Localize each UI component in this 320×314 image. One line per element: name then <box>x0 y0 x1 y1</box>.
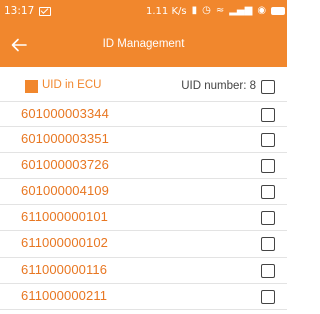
battery-percent: 93 <box>287 5 300 17</box>
uid-value: 611000000116 <box>21 261 108 277</box>
uid-value: 601000003726 <box>21 157 109 173</box>
battery-indicator: 93 <box>271 6 300 17</box>
app-bar: ID Management <box>0 22 287 67</box>
uid-checkbox[interactable] <box>261 289 275 304</box>
uid-value: 611000000102 <box>21 235 108 251</box>
uid-list-item[interactable]: 601000004109 <box>0 179 287 206</box>
page-title: ID Management <box>102 38 185 50</box>
data-saver-icon: ◉ <box>257 5 267 16</box>
message-notification-icon <box>39 6 52 16</box>
status-indicators: 1.11 K/s ▮ ◷ ≈ ▂▄▆ ◉ 93 <box>146 0 300 22</box>
status-time: 13:17 <box>4 5 35 17</box>
uid-checkbox[interactable] <box>261 263 275 278</box>
uid-value: 611000000211 <box>21 287 108 303</box>
uid-checkbox[interactable] <box>261 159 275 174</box>
uid-list-item[interactable]: 601000003351 <box>0 127 287 154</box>
uid-list-item[interactable]: 611000000211 <box>0 284 287 310</box>
select-all-checkbox[interactable] <box>261 80 275 94</box>
legend-square-icon <box>25 80 38 93</box>
uid-count-label: UID number: 8 <box>181 80 256 92</box>
uid-list-item[interactable]: 611000000116 <box>0 258 287 284</box>
wifi-icon: ≈ <box>215 5 225 16</box>
uid-in-ecu-label: UID in ECU <box>42 79 102 91</box>
alarm-icon: ◷ <box>202 5 211 16</box>
uid-list-item[interactable]: 601000003344 <box>0 101 287 128</box>
uid-list-item[interactable]: 611000000102 <box>0 231 287 258</box>
uid-checkbox[interactable] <box>261 133 275 148</box>
signal-icon: ▂▄▆ <box>229 5 253 16</box>
status-bar: 13:17 1.11 K/s ▮ ◷ ≈ ▂▄▆ ◉ 93 <box>0 0 300 22</box>
uid-checkbox[interactable] <box>261 185 275 200</box>
network-speed: 1.11 K/s <box>146 5 187 17</box>
uid-list: 601000003344 601000003351 601000003726 6010… <box>0 101 287 310</box>
uid-value: 601000003344 <box>21 106 109 121</box>
uid-value: 611000000101 <box>21 209 108 225</box>
battery-icon <box>271 7 286 15</box>
uid-list-item[interactable]: 601000003726 <box>0 153 287 180</box>
uid-header-row: UID in ECU UID number: 8 <box>0 75 287 99</box>
uid-checkbox[interactable] <box>261 237 275 252</box>
vibrate-icon: ▮ <box>191 5 198 16</box>
uid-value: 601000004109 <box>21 183 109 199</box>
uid-checkbox[interactable] <box>261 211 275 226</box>
uid-checkbox[interactable] <box>261 108 275 122</box>
uid-list-item[interactable]: 611000000101 <box>0 205 287 232</box>
uid-value: 601000003351 <box>21 131 109 147</box>
